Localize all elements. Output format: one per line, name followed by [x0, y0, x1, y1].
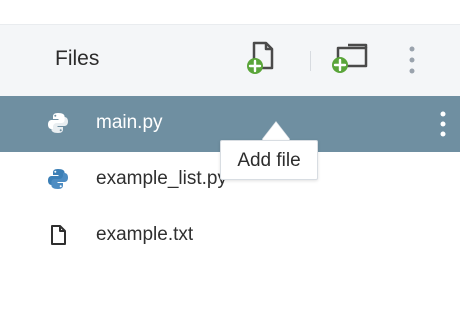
add-file-icon[interactable] [246, 39, 276, 75]
header-separator [310, 51, 311, 71]
tooltip-arrow [262, 122, 290, 140]
top-strip [0, 0, 460, 25]
file-row-example-txt[interactable]: example.txt [0, 208, 460, 264]
python-icon [46, 111, 70, 135]
row-kebab-icon[interactable] [436, 108, 450, 140]
file-label: example.txt [96, 224, 194, 245]
files-panel: Files main.py example_list.py example.tx… [0, 25, 460, 318]
python-icon [46, 167, 70, 191]
file-label: main.py [96, 112, 163, 133]
files-title: Files [55, 47, 100, 70]
kebab-icon[interactable] [405, 43, 419, 77]
text-file-icon [46, 223, 70, 247]
file-list: main.py example_list.py example.txt [0, 96, 460, 264]
file-label: example_list.py [96, 168, 227, 189]
add-file-tooltip: Add file [220, 140, 318, 180]
add-folder-icon[interactable] [331, 40, 371, 74]
files-header: Files [0, 25, 460, 96]
